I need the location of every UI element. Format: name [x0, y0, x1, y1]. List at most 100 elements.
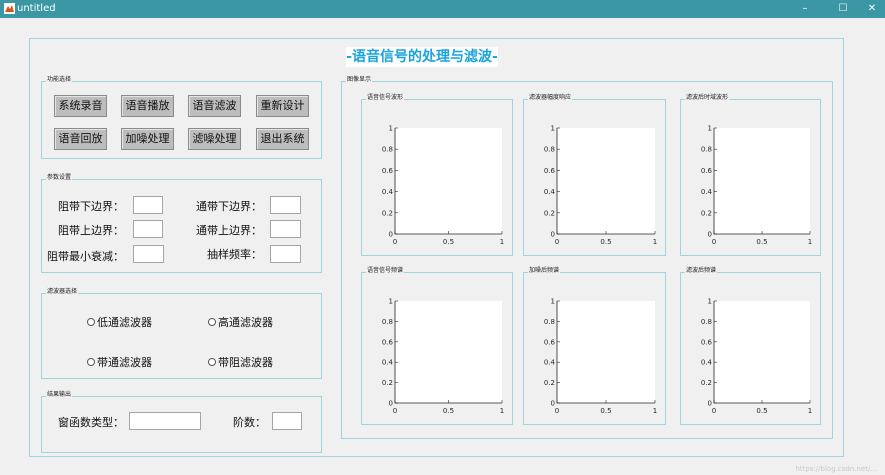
window-title: untitled: [17, 3, 56, 14]
highpass-radio[interactable]: 高通滤波器: [208, 314, 273, 330]
y-tick-label: 0.6: [701, 167, 713, 175]
passband-upper-input[interactable]: [270, 220, 301, 238]
y-tick-label: 0.8: [544, 318, 555, 326]
y-tick-label: 0.6: [382, 338, 394, 346]
axes-panel: 语音信号波形 0 0.2 0.4 0.6 0.8 1 0 0.5 1: [361, 94, 513, 256]
filter-speech-button[interactable]: 语音滤波: [188, 95, 241, 117]
x-tick-label: 0: [555, 407, 559, 415]
order-input[interactable]: [272, 412, 302, 430]
plot-area: [557, 301, 655, 403]
replay-button[interactable]: 语音回放: [54, 128, 107, 150]
y-tick-label: 0.8: [382, 146, 393, 154]
minimize-button[interactable]: –: [785, 0, 825, 18]
exit-button[interactable]: 退出系统: [256, 128, 309, 150]
y-tick-label: 0.2: [701, 209, 712, 217]
close-button[interactable]: ✕: [852, 0, 885, 18]
sample-rate-input[interactable]: [270, 245, 301, 263]
radio-circle-icon: [87, 358, 95, 366]
y-tick-label: 1: [708, 298, 712, 306]
radio-circle-icon: [208, 318, 216, 326]
passband-upper-label: 通带上边界：: [196, 224, 262, 237]
passband-lower-label: 通带下边界：: [196, 200, 262, 213]
stopband-atten-input[interactable]: [133, 245, 164, 263]
y-tick-label: 0.4: [382, 188, 394, 196]
window-type-input[interactable]: [129, 412, 201, 430]
radio-circle-icon: [87, 318, 95, 326]
x-tick-label: 1: [653, 407, 657, 415]
axes-plot[interactable]: 00.20.40.60.810 0.5 1: [680, 272, 821, 425]
x-tick-label: 0.5: [443, 407, 454, 415]
y-tick-label: 1: [551, 298, 555, 306]
radio-circle-icon: [208, 358, 216, 366]
x-tick-label: 0: [712, 407, 716, 415]
plot-area: [395, 301, 502, 403]
y-tick-label: 0.8: [382, 318, 393, 326]
x-tick-label: 0: [712, 238, 716, 246]
lowpass-label: 低通滤波器: [97, 316, 152, 329]
lowpass-radio[interactable]: 低通滤波器: [87, 314, 152, 330]
matlab-app-icon: [4, 3, 15, 14]
record-button[interactable]: 系统录音: [54, 95, 107, 117]
y-tick-label: 0.6: [544, 338, 556, 346]
add-noise-button[interactable]: 加噪处理: [121, 128, 174, 150]
axes-panel: 滤波器幅度响应 0 0.2 0.4 0.6 0.8 1 0 0.5 1: [523, 94, 666, 256]
x-tick-label: 0: [393, 407, 397, 415]
x-tick-label: 0.5: [756, 407, 767, 415]
y-tick-label: 0.4: [544, 359, 556, 367]
play-button[interactable]: 语音播放: [121, 95, 174, 117]
y-tick-label: 1: [389, 298, 393, 306]
sample-rate-label: 抽样频率：: [207, 248, 262, 261]
x-tick-label: 0.5: [443, 238, 454, 246]
image-group-label: 图像显示: [346, 76, 373, 84]
plot-area: [714, 128, 810, 234]
plot-area: [557, 128, 655, 234]
x-tick-label: 1: [653, 238, 657, 246]
bandstop-label: 带阻滤波器: [218, 356, 273, 369]
y-tick-label: 0.2: [382, 379, 393, 387]
axes-plot[interactable]: 00.20.40.60.810 0.5 1: [523, 99, 666, 256]
y-tick-label: 0.2: [544, 379, 555, 387]
axes-plot[interactable]: 00.20.40.60.810 0.5 1: [680, 99, 821, 256]
x-tick-label: 0.5: [600, 407, 611, 415]
y-tick-label: 0.2: [544, 209, 555, 217]
y-tick-label: 0.4: [382, 359, 394, 367]
y-tick-label: 1: [389, 125, 393, 133]
highpass-label: 高通滤波器: [218, 316, 273, 329]
axes-plot[interactable]: 00.20.40.60.810 0.5 1: [361, 99, 513, 256]
y-tick-label: 0.6: [544, 167, 556, 175]
x-tick-label: 1: [808, 238, 812, 246]
title-bar: untitled – ☐ ✕: [0, 0, 885, 18]
y-tick-label: 1: [551, 125, 555, 133]
main-title: -语音信号的处理与滤波-: [346, 47, 498, 67]
x-tick-label: 0: [555, 238, 559, 246]
stopband-lower-label: 阻带下边界：: [58, 200, 124, 213]
y-tick-label: 0.4: [701, 188, 713, 196]
bandpass-radio[interactable]: 带通滤波器: [87, 354, 152, 370]
y-tick-label: 0.2: [382, 209, 393, 217]
x-tick-label: 0.5: [756, 238, 767, 246]
passband-lower-input[interactable]: [270, 196, 301, 214]
figure-client-area: -语音信号的处理与滤波- 功能选择 系统录音 语音播放 语音滤波 重新设计 语音…: [0, 18, 885, 475]
bandstop-radio[interactable]: 带阻滤波器: [208, 354, 273, 370]
y-tick-label: 0.6: [382, 167, 394, 175]
axes-panel: 滤波后频谱 0 0.2 0.4 0.6 0.8 1 0 0.5 1: [680, 267, 821, 425]
params-group-label: 参数设置: [46, 174, 73, 182]
axes-panel: 加噪后频谱 0 0.2 0.4 0.6 0.8 1 0 0.5 1: [523, 267, 666, 425]
bandpass-label: 带通滤波器: [97, 356, 152, 369]
x-tick-label: 0: [393, 238, 397, 246]
axes-plot[interactable]: 00.20.40.60.810 0.5 1: [361, 272, 513, 425]
window-type-label: 窗函数类型：: [58, 416, 124, 429]
axes-plot[interactable]: 00.20.40.60.810 0.5 1: [523, 272, 666, 425]
redesign-button[interactable]: 重新设计: [256, 95, 309, 117]
filter-group: 滤波器选择: [41, 288, 322, 379]
result-group-label: 结果输出: [46, 391, 73, 399]
y-tick-label: 0.8: [544, 146, 555, 154]
stopband-lower-input[interactable]: [133, 196, 163, 214]
function-group-label: 功能选择: [46, 76, 73, 84]
x-tick-label: 1: [500, 407, 504, 415]
y-tick-label: 0.4: [701, 359, 713, 367]
denoise-button[interactable]: 滤噪处理: [188, 128, 241, 150]
watermark: https://blog.csdn.net/...: [795, 465, 877, 473]
stopband-upper-input[interactable]: [133, 220, 163, 238]
y-tick-label: 0.8: [701, 146, 712, 154]
